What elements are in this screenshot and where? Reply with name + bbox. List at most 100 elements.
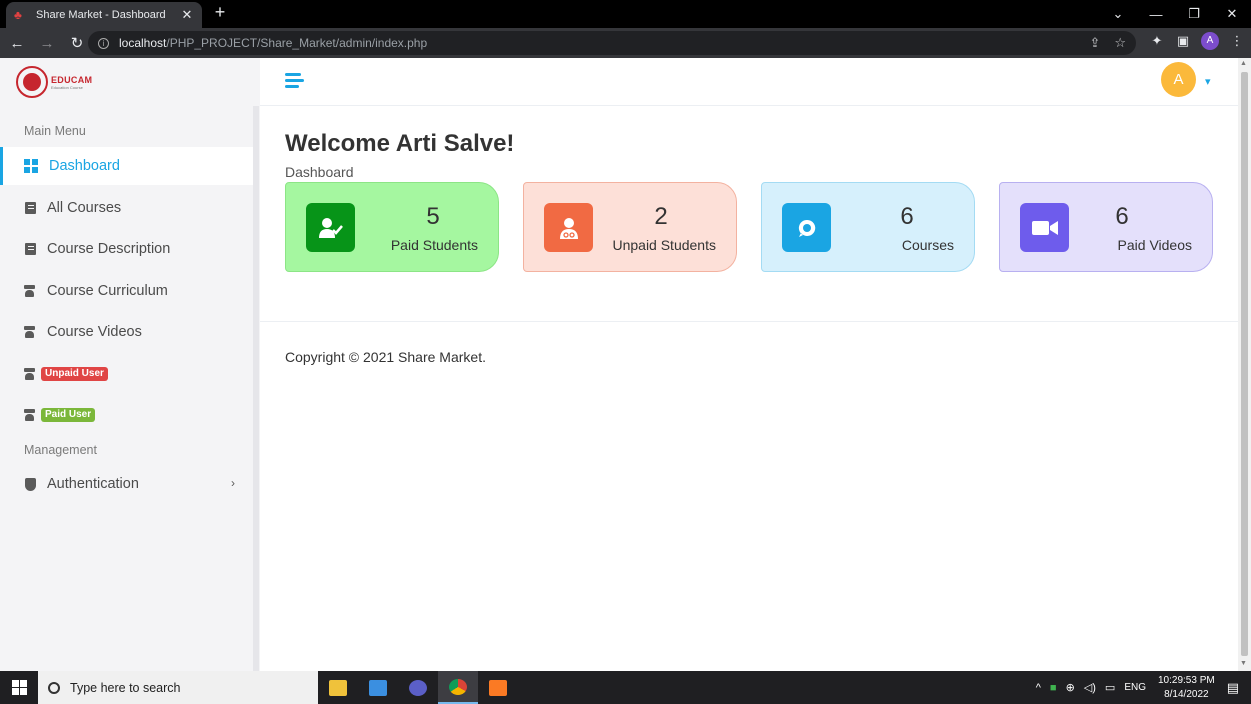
video-icon	[1020, 203, 1069, 252]
browser-tab[interactable]: ♣ Share Market - Dashboard ✕	[6, 2, 202, 28]
main-content: Welcome Arti Salve! Dashboard 5 Paid Stu…	[260, 106, 1238, 671]
system-tray: ^ ■ ⊕ ◁) ▭ ENG 10:29:53 PM 8/14/2022 ▤	[1036, 671, 1251, 704]
taskbar-search[interactable]: Type here to search	[38, 671, 318, 704]
card-label: Paid Videos	[1117, 237, 1192, 253]
teams-app[interactable]	[398, 671, 438, 704]
sidebar-item-dashboard[interactable]: Dashboard	[0, 147, 253, 185]
reload-button[interactable]: ↻	[64, 30, 90, 56]
close-window-button[interactable]: ✕	[1213, 0, 1251, 28]
chat-icon	[782, 203, 831, 252]
tab-title: Share Market - Dashboard	[36, 9, 166, 21]
address-bar[interactable]: i localhost/PHP_PROJECT/Share_Market/adm…	[88, 31, 1136, 55]
share-icon[interactable]: ⇪	[1089, 35, 1100, 51]
teacher-icon	[24, 409, 36, 421]
card-label: Paid Students	[390, 237, 478, 253]
logo-subtitle: Education Course	[51, 84, 83, 90]
sidebar-scroll-edge	[253, 106, 259, 671]
network-icon[interactable]: ⊕	[1066, 681, 1075, 694]
logo-name: EDUCAM	[51, 74, 93, 85]
sidebar-item-course-curriculum[interactable]: Course Curriculum	[0, 272, 253, 310]
mail-icon	[369, 679, 387, 696]
user-check-icon	[306, 203, 355, 252]
favicon-icon: ♣	[14, 8, 22, 22]
xampp-icon	[489, 679, 507, 696]
sidebar-item-paid-user[interactable]: Paid User	[0, 396, 253, 434]
teams-icon	[409, 679, 427, 696]
clock[interactable]: 10:29:53 PM 8/14/2022	[1158, 674, 1215, 702]
book-icon	[25, 202, 36, 214]
sidebar-item-course-videos[interactable]: Course Videos	[0, 313, 253, 351]
breadcrumb: Dashboard	[285, 164, 354, 180]
sidebar-item-unpaid-user[interactable]: Unpaid User	[0, 355, 253, 393]
stat-card-unpaid-students[interactable]: 2 Unpaid Students	[523, 182, 737, 272]
info-icon[interactable]: i	[98, 37, 109, 49]
scroll-thumb[interactable]	[1241, 72, 1248, 656]
volume-icon[interactable]: ◁)	[1084, 681, 1096, 694]
sidebar-item-label: Course Description	[47, 241, 171, 257]
browser-tab-strip: ♣ Share Market - Dashboard ✕ + ⌄ — ❐ ✕	[0, 0, 1251, 28]
chevron-down-icon[interactable]: ▾	[1205, 75, 1211, 88]
teacher-icon	[24, 326, 36, 338]
unpaid-user-badge: Unpaid User	[41, 367, 108, 381]
toolbar-actions: ✦ ▣ A ⋮	[1149, 32, 1245, 50]
window-controls: ⌄ — ❐ ✕	[1099, 0, 1251, 28]
app-tray-icon[interactable]: ■	[1050, 682, 1057, 694]
tab-close-icon[interactable]: ✕	[180, 7, 194, 23]
search-icon	[48, 681, 60, 694]
bookmark-star-icon[interactable]: ☆	[1114, 35, 1126, 51]
profile-avatar[interactable]: A	[1201, 32, 1219, 50]
side-panel-icon[interactable]: ▣	[1175, 33, 1191, 49]
sidebar-item-all-courses[interactable]: All Courses	[0, 189, 253, 227]
notification-icon[interactable]: ▤	[1227, 680, 1239, 696]
new-tab-button[interactable]: +	[211, 3, 229, 21]
sidebar-item-course-description[interactable]: Course Description	[0, 230, 253, 268]
stat-card-paid-videos[interactable]: 6 Paid Videos	[999, 182, 1213, 272]
teacher-icon	[24, 285, 36, 297]
forward-button[interactable]: →	[34, 30, 60, 56]
extensions-icon[interactable]: ✦	[1149, 33, 1165, 49]
chrome-icon	[449, 678, 467, 695]
sidebar-item-label: Course Curriculum	[47, 283, 168, 299]
scroll-down-icon[interactable]: ▼	[1240, 660, 1247, 667]
book-icon	[25, 243, 36, 255]
mail-app[interactable]	[358, 671, 398, 704]
top-header: A ▾	[260, 58, 1238, 106]
sidebar-item-label: Dashboard	[49, 158, 120, 174]
xampp-app[interactable]	[478, 671, 518, 704]
management-title: Management	[24, 443, 97, 457]
windows-taskbar: Type here to search ^ ■ ⊕ ◁) ▭ ENG 10:29…	[0, 671, 1251, 704]
page-title: Welcome Arti Salve!	[285, 130, 515, 157]
menu-kebab-icon[interactable]: ⋮	[1229, 33, 1245, 49]
browser-toolbar: ← → ↻ i localhost/PHP_PROJECT/Share_Mark…	[0, 28, 1251, 58]
language-indicator[interactable]: ENG	[1124, 682, 1146, 693]
card-label: Courses	[901, 237, 954, 253]
folder-icon	[329, 679, 347, 696]
grid-icon	[24, 159, 38, 173]
card-value: 5	[426, 203, 440, 230]
page-viewport: EDUCAM Education Course Main Menu Dashbo…	[0, 58, 1251, 671]
page-scrollbar[interactable]: ▲ ▼	[1238, 58, 1251, 671]
stat-card-paid-students[interactable]: 5 Paid Students	[285, 182, 499, 272]
chevron-up-icon[interactable]: ^	[1036, 682, 1041, 694]
sidebar-item-authentication[interactable]: Authentication ›	[0, 465, 253, 503]
chrome-app[interactable]	[438, 671, 478, 704]
tab-search-icon[interactable]: ⌄	[1099, 0, 1137, 28]
card-value: 6	[900, 203, 914, 230]
copyright-text: Copyright © 2021 Share Market.	[285, 349, 486, 365]
back-button[interactable]: ←	[4, 30, 30, 56]
menu-toggle-icon[interactable]	[285, 73, 304, 89]
clock-time: 10:29:53 PM	[1157, 674, 1215, 686]
paid-user-badge: Paid User	[41, 408, 96, 422]
card-value: 6	[1115, 203, 1129, 230]
stat-card-courses[interactable]: 6 Courses	[761, 182, 975, 272]
start-button[interactable]	[0, 671, 38, 704]
maximize-button[interactable]: ❐	[1175, 0, 1213, 28]
card-label: Unpaid Students	[612, 237, 716, 253]
url-text[interactable]: localhost/PHP_PROJECT/Share_Market/admin…	[119, 36, 1075, 50]
scroll-up-icon[interactable]: ▲	[1240, 60, 1247, 67]
battery-icon[interactable]: ▭	[1105, 681, 1115, 694]
file-explorer-app[interactable]	[318, 671, 358, 704]
user-avatar[interactable]: A	[1161, 62, 1196, 97]
minimize-button[interactable]: —	[1137, 0, 1175, 28]
logo[interactable]: EDUCAM Education Course	[16, 66, 92, 98]
